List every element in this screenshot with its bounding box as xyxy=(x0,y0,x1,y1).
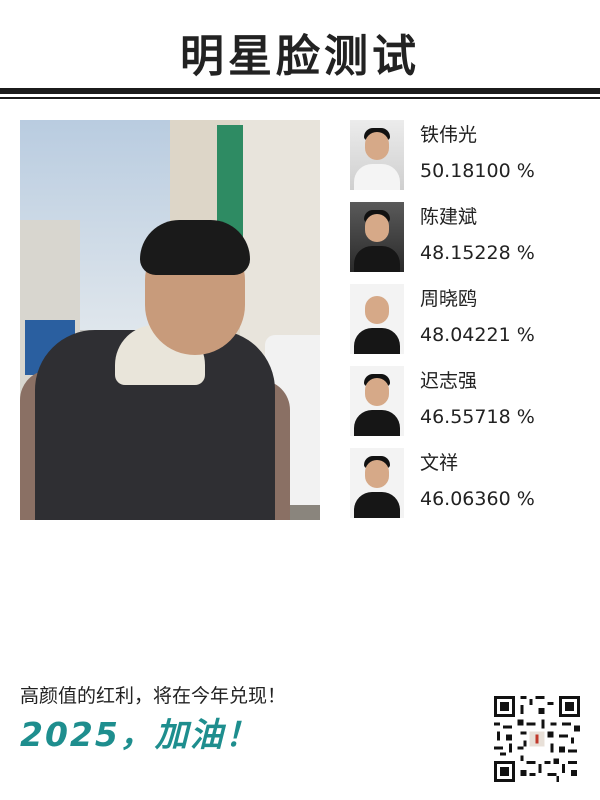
header-divider-thick xyxy=(0,88,600,94)
motto-text: 2025，加油！ xyxy=(20,715,260,754)
match-item: 周晓鸥 48.04221 % xyxy=(350,284,580,356)
header: 明星脸测试 xyxy=(0,0,600,99)
celebrity-avatar xyxy=(350,284,404,354)
slogan-text: 高颜值的红利，将在今年兑现！ xyxy=(20,685,287,707)
similarity-score: 46.55718 % xyxy=(420,406,535,428)
celebrity-name: 文祥 xyxy=(420,452,459,474)
match-item: 文祥 46.06360 % xyxy=(350,448,580,520)
celebrity-avatar xyxy=(350,448,404,518)
celebrity-name: 铁伟光 xyxy=(420,124,478,146)
celebrity-avatar xyxy=(350,202,404,272)
similarity-score: 48.04221 % xyxy=(420,324,535,346)
qr-code-icon[interactable] xyxy=(494,696,580,782)
match-item: 陈建斌 48.15228 % xyxy=(350,202,580,274)
page-title: 明星脸测试 xyxy=(180,31,420,82)
celebrity-avatar xyxy=(350,366,404,436)
celebrity-name: 陈建斌 xyxy=(420,206,478,228)
header-divider-thin xyxy=(0,97,600,99)
photo-person-hair xyxy=(140,220,250,275)
match-item: 铁伟光 50.18100 % xyxy=(350,120,580,192)
similarity-score: 46.06360 % xyxy=(420,488,535,510)
uploaded-face-photo xyxy=(20,120,320,520)
celebrity-avatar xyxy=(350,120,404,190)
celebrity-name: 周晓鸥 xyxy=(420,288,478,310)
similarity-score: 48.15228 % xyxy=(420,242,535,264)
match-item: 迟志强 46.55718 % xyxy=(350,366,580,438)
similarity-score: 50.18100 % xyxy=(420,160,535,182)
celebrity-name: 迟志强 xyxy=(420,370,478,392)
